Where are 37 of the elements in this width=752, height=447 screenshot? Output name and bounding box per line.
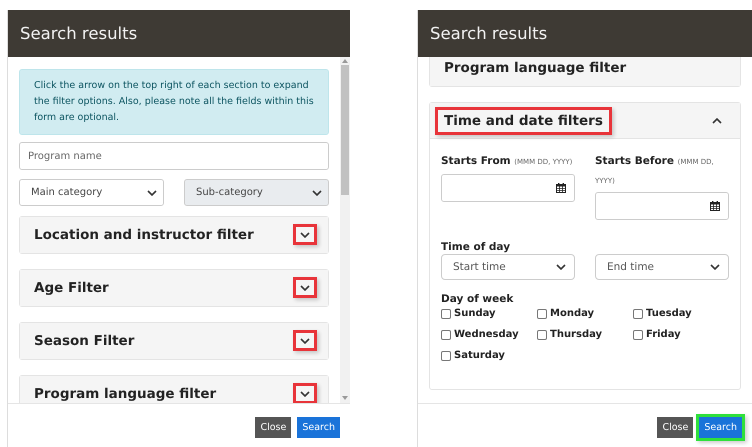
search-button[interactable]: Search bbox=[297, 417, 340, 438]
day-checkbox[interactable]: Monday bbox=[537, 308, 633, 319]
caret-icon[interactable] bbox=[147, 190, 157, 196]
calendar-icon[interactable] bbox=[710, 201, 720, 211]
chevron-down-icon[interactable] bbox=[300, 284, 310, 290]
chevron-down-icon[interactable] bbox=[300, 338, 310, 344]
date-field[interactable] bbox=[595, 192, 729, 220]
close-button[interactable]: Close bbox=[657, 417, 694, 438]
close-button[interactable]: Close bbox=[255, 417, 292, 438]
chevron-down-icon[interactable] bbox=[300, 232, 310, 238]
time-select[interactable]: End time bbox=[595, 254, 729, 280]
day-checkbox[interactable]: Thursday bbox=[537, 329, 633, 340]
program-name-field[interactable]: Program name bbox=[19, 142, 329, 170]
day-checkbox[interactable]: Sunday bbox=[441, 308, 537, 319]
search-button[interactable]: Search bbox=[699, 417, 742, 438]
toggle-button[interactable] bbox=[296, 386, 314, 401]
calendar-icon[interactable] bbox=[556, 183, 566, 193]
day-checkbox[interactable]: Tuesday bbox=[633, 308, 729, 319]
day-checkbox[interactable]: Friday bbox=[633, 329, 729, 340]
time-select[interactable]: Start time bbox=[441, 254, 575, 280]
date-field[interactable] bbox=[441, 174, 575, 202]
caret-icon[interactable] bbox=[710, 264, 720, 270]
toggle-button[interactable] bbox=[296, 333, 314, 348]
caret-icon[interactable] bbox=[556, 264, 566, 270]
chevron-down-icon[interactable] bbox=[300, 390, 310, 396]
field-label: Day of week bbox=[441, 292, 514, 306]
day-checkbox[interactable]: Wednesday bbox=[441, 329, 537, 340]
toggle-button[interactable] bbox=[296, 227, 314, 242]
field-label: Time of day bbox=[441, 240, 512, 254]
chevron-up-icon[interactable] bbox=[712, 118, 722, 124]
section-title[interactable]: Age Filter bbox=[28, 276, 115, 298]
day-checkbox[interactable]: Saturday bbox=[441, 350, 537, 361]
dialog-title: Search results bbox=[20, 24, 138, 43]
info-notice: Click the arrow on the top right of each section to expand the filter options. Also, please note all the fields within this form are optional. bbox=[19, 69, 329, 135]
category-select[interactable]: Main category bbox=[19, 179, 164, 206]
dialog-title: Search results bbox=[430, 24, 548, 43]
toggle-button[interactable] bbox=[296, 280, 314, 295]
